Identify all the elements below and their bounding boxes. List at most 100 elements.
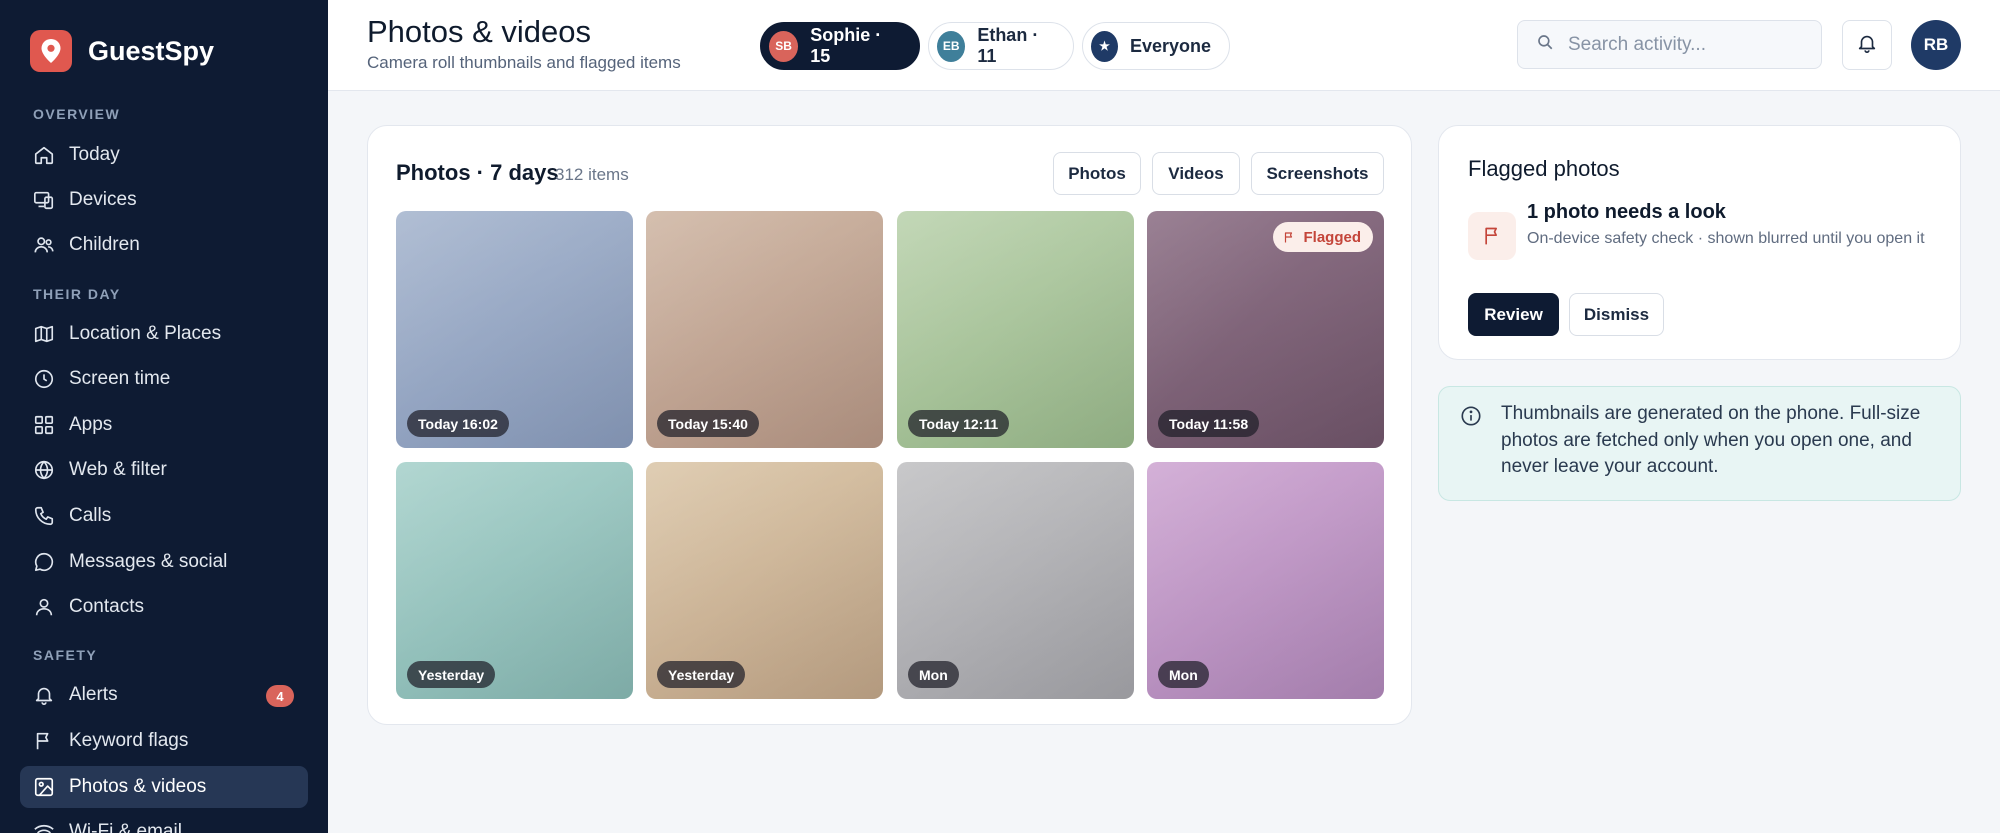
sidebar-item-calls[interactable]: Calls: [20, 495, 308, 537]
users-icon: [33, 234, 55, 256]
photo-thumbnail[interactable]: Today 16:02: [396, 211, 633, 448]
child-chip-label: Everyone: [1129, 35, 1211, 56]
sidebar-item-today[interactable]: Today: [20, 134, 308, 176]
photos-card: Photos · 7 days 312 items Photos Videos …: [367, 125, 1412, 725]
dismiss-button[interactable]: Dismiss: [1569, 293, 1664, 336]
info-icon: [1460, 405, 1482, 432]
search-box[interactable]: [1517, 20, 1822, 69]
sidebar-item-alerts[interactable]: Alerts 4: [20, 674, 308, 716]
globe-icon: [33, 459, 55, 481]
child-chip-sophie[interactable]: SB Sophie · 15: [760, 22, 920, 70]
sidebar-item-label: Location & Places: [69, 323, 222, 344]
sidebar-item-label: Today: [69, 144, 120, 165]
child-chip-ethan[interactable]: EB Ethan · 11: [928, 22, 1074, 70]
map-icon: [33, 323, 55, 345]
alerts-count-badge: 4: [266, 685, 294, 707]
sidebar-item-photos-videos[interactable]: Photos & videos: [20, 766, 308, 808]
flag-icon: [33, 730, 55, 752]
search-icon: [1536, 33, 1554, 56]
brand-name: GuestSpy: [88, 35, 215, 66]
user-avatar[interactable]: RB: [1911, 20, 1961, 70]
grid-icon: [33, 414, 55, 436]
clock-icon: [33, 368, 55, 390]
flagged-description: On-device safety check · shown blurred u…: [1527, 230, 1925, 247]
page-subtitle: Camera roll thumbnails and flagged items: [367, 53, 681, 72]
sidebar-item-label: Web & filter: [69, 459, 167, 480]
sidebar: GuestSpy OVERVIEW Today Devices Children…: [0, 0, 328, 833]
top-bar: Photos & videos Camera roll thumbnails a…: [328, 0, 2000, 91]
flagged-badge-label: Flagged: [1303, 228, 1361, 246]
photo-time-label: Today 12:11: [908, 410, 1010, 437]
chat-icon: [33, 551, 55, 573]
phone-icon: [33, 505, 55, 527]
star-icon: ★: [1091, 30, 1118, 62]
sidebar-item-messages[interactable]: Messages & social: [20, 541, 308, 583]
photo-thumbnail[interactable]: Mon: [1147, 462, 1384, 699]
sidebar-item-label: Contacts: [69, 596, 144, 617]
photo-time-label: Yesterday: [657, 661, 746, 688]
devices-icon: [33, 189, 55, 211]
search-input[interactable]: [1568, 33, 1808, 56]
sidebar-item-label: Calls: [69, 505, 112, 526]
child-chip-label: Ethan · 11: [977, 25, 1039, 66]
flagged-photos-card: Flagged photos 1 photo needs a look On-d…: [1438, 125, 1961, 360]
sidebar-item-label: Wi-Fi & email: [69, 821, 182, 833]
sidebar-item-screen-time[interactable]: Screen time: [20, 358, 308, 400]
filter-photos-button[interactable]: Photos: [1053, 152, 1141, 195]
privacy-info-text: Thumbnails are generated on the phone. F…: [1501, 403, 1921, 477]
filter-videos-button[interactable]: Videos: [1152, 152, 1240, 195]
avatar: SB: [769, 30, 799, 62]
sidebar-item-label: Messages & social: [69, 551, 228, 572]
photo-thumbnail[interactable]: Today 12:11: [897, 211, 1134, 448]
photo-thumbnail[interactable]: Yesterday: [396, 462, 633, 699]
brand[interactable]: GuestSpy: [30, 30, 214, 72]
flagged-badge: Flagged: [1273, 222, 1373, 252]
sidebar-item-web-filter[interactable]: Web & filter: [20, 449, 308, 491]
sidebar-item-label: Apps: [69, 414, 113, 435]
review-button[interactable]: Review: [1468, 293, 1559, 336]
photo-thumbnail[interactable]: Mon: [897, 462, 1134, 699]
sidebar-item-keyword-flags[interactable]: Keyword flags: [20, 720, 308, 762]
sidebar-item-label: Children: [69, 234, 140, 255]
flagged-title: Flagged photos: [1468, 156, 1620, 181]
section-overview: OVERVIEW: [33, 106, 121, 122]
notifications-button[interactable]: [1842, 20, 1892, 70]
sidebar-item-children[interactable]: Children: [20, 224, 308, 266]
photos-title: Photos · 7 days: [396, 160, 559, 185]
page-title: Photos & videos: [367, 14, 592, 49]
image-icon: [33, 776, 55, 798]
wifi-icon: [33, 821, 55, 833]
location-pin-icon: [30, 30, 72, 72]
sidebar-item-wifi-email[interactable]: Wi-Fi & email: [20, 811, 308, 833]
photo-time-label: Today 11:58: [1158, 410, 1260, 437]
photo-time-label: Mon: [1158, 661, 1209, 688]
privacy-info-box: Thumbnails are generated on the phone. F…: [1438, 386, 1961, 501]
section-safety: SAFETY: [33, 647, 98, 663]
photo-time-label: Mon: [908, 661, 959, 688]
sidebar-item-label: Alerts: [69, 684, 118, 705]
flagged-headline: 1 photo needs a look: [1527, 201, 1726, 223]
child-chip-everyone[interactable]: ★ Everyone: [1082, 22, 1230, 70]
photo-time-label: Today 16:02: [407, 410, 509, 437]
sidebar-item-label: Screen time: [69, 368, 171, 389]
sidebar-item-label: Photos & videos: [69, 776, 207, 797]
section-their-day: THEIR DAY: [33, 286, 121, 302]
sidebar-item-contacts[interactable]: Contacts: [20, 586, 308, 628]
photo-thumbnail-flagged[interactable]: Flagged Today 11:58: [1147, 211, 1384, 448]
photo-thumbnail[interactable]: Yesterday: [646, 462, 883, 699]
flag-icon: [1468, 212, 1516, 260]
user-icon: [33, 596, 55, 618]
home-icon: [33, 144, 55, 166]
photo-time-label: Yesterday: [407, 661, 496, 688]
bell-icon: [1856, 32, 1878, 59]
sidebar-item-devices[interactable]: Devices: [20, 179, 308, 221]
sidebar-item-location[interactable]: Location & Places: [20, 313, 308, 355]
filter-screenshots-button[interactable]: Screenshots: [1251, 152, 1384, 195]
avatar: EB: [937, 30, 966, 62]
bell-icon: [33, 684, 55, 706]
photos-count: 312 items: [555, 165, 629, 184]
sidebar-item-apps[interactable]: Apps: [20, 404, 308, 446]
sidebar-item-label: Devices: [69, 189, 137, 210]
photo-thumbnail[interactable]: Today 15:40: [646, 211, 883, 448]
flag-icon: [1285, 231, 1293, 242]
